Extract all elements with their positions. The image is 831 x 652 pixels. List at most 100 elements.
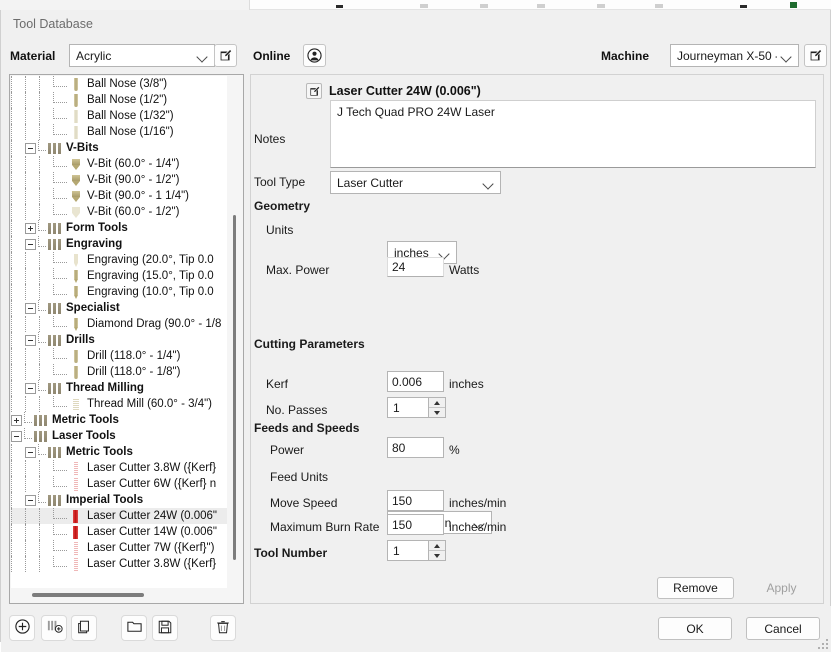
background-tick [480,4,488,8]
group-icon [33,413,49,428]
edit-pencil-icon [219,49,232,62]
bit-icon [68,93,84,108]
notes-textarea[interactable]: J Tech Quad PRO 24W Laser [330,100,816,168]
maximum-burn-rate-input[interactable]: 150 [387,514,444,535]
add-tool-button[interactable] [9,615,35,641]
edit-material-button[interactable] [214,44,237,67]
ok-button[interactable]: OK [658,617,732,640]
tree-item[interactable]: Engraving [11,236,227,252]
tool-number-stepper-buttons[interactable] [428,541,445,560]
edit-machine-button[interactable] [804,44,827,67]
tree-item[interactable]: Specialist [11,300,227,316]
no-passes-stepper-buttons[interactable] [428,398,445,417]
tree-item-label: Drills [66,334,95,346]
copy-button[interactable] [71,615,97,641]
resize-grip-icon[interactable] [817,638,828,649]
tree-horizontal-scrollbar[interactable] [32,593,144,597]
tool-tree[interactable]: Ball Nose (3/8") Ball Nose (1/2") Ball Nos… [11,76,227,590]
background-tick [597,4,605,8]
tree-item[interactable]: Thread Mill (60.0° - 3/4") [11,396,227,412]
machine-dropdown[interactable]: Journeyman X-50 - De [670,44,799,67]
bit-faded-icon [68,125,84,140]
tree-expander-minus-icon[interactable] [25,302,36,314]
tree-item[interactable]: Ball Nose (1/16") [11,124,227,140]
stepper-up-icon[interactable] [429,398,445,407]
tree-item[interactable]: Engraving (10.0°, Tip 0.0 [11,284,227,300]
tree-branch-line [53,540,67,551]
tree-expander-minus-icon[interactable] [25,446,36,458]
material-dropdown[interactable]: Acrylic [69,44,215,67]
tree-item[interactable]: Laser Cutter 6W ({Kerf} n [11,476,227,492]
online-account-button[interactable] [303,44,326,67]
tree-item[interactable]: V-Bit (60.0° - 1/4") [11,156,227,172]
open-folder-button[interactable] [121,615,147,641]
tree-item[interactable]: Laser Cutter 14W (0.006" [11,524,227,540]
tree-expander-plus-icon[interactable] [11,414,22,426]
tree-item[interactable]: Imperial Tools [11,492,227,508]
stepper-up-icon[interactable] [429,541,445,550]
save-button[interactable] [152,615,178,641]
tree-indent-guide [25,348,39,364]
tree-indent-guide [39,124,53,140]
tree-item[interactable]: Ball Nose (3/8") [11,76,227,92]
tree-indent-guide [39,204,53,220]
remove-button[interactable]: Remove [657,577,734,599]
tree-item[interactable]: Laser Cutter 3.8W ({Kerf} [11,460,227,476]
tree-item[interactable]: Form Tools [11,220,227,236]
tree-expander-minus-icon[interactable] [25,494,36,506]
tool-number-stepper[interactable]: 1 [387,540,446,561]
tree-item[interactable]: Ball Nose (1/32") [11,108,227,124]
background-window-left-edge [0,0,250,10]
tree-item[interactable]: Laser Tools [11,428,227,444]
tree-item[interactable]: V-Bits [11,140,227,156]
tree-item-label: Laser Cutter 3.8W ({Kerf} [87,462,217,474]
tree-item[interactable]: Drills [11,332,227,348]
tree-horizontal-scrollbar-track[interactable] [11,588,242,602]
tree-item[interactable]: Drill (118.0° - 1/4") [11,348,227,364]
edit-pencil-icon[interactable] [306,83,322,99]
no-passes-stepper[interactable]: 1 [387,397,446,418]
tree-indent-guide [11,188,25,204]
tree-expander-minus-icon[interactable] [11,430,22,442]
tree-item[interactable]: Diamond Drag (90.0° - 1/8 [11,316,227,332]
tree-expander-minus-icon[interactable] [25,382,36,394]
tree-item[interactable]: Ball Nose (1/2") [11,92,227,108]
tool-database-dialog: Tool Database Material Acrylic Online Ma… [0,10,831,652]
add-tool-group-button[interactable] [41,615,67,641]
stepper-down-icon[interactable] [429,407,445,417]
kerf-input[interactable]: 0.006 [387,371,444,392]
max-power-input[interactable]: 24 [387,257,444,277]
apply-button[interactable]: Apply [743,577,820,599]
tree-indent-guide [11,316,25,332]
tree-item[interactable]: Thread Milling [11,380,227,396]
tree-item[interactable]: Engraving (15.0°, Tip 0.0 [11,268,227,284]
vbit-icon [68,189,84,204]
tree-expander-plus-icon[interactable] [25,222,36,234]
power-input[interactable]: 80 [387,437,444,458]
group-icon [47,493,63,508]
delete-button[interactable] [210,615,236,641]
tree-item[interactable]: Laser Cutter 24W (0.006" [11,508,227,524]
tree-expander-minus-icon[interactable] [25,334,36,346]
tree-item[interactable]: Metric Tools [11,444,227,460]
background-tick [420,4,428,8]
laser-icon [68,509,84,524]
tree-item[interactable]: Engraving (20.0°, Tip 0.0 [11,252,227,268]
tree-expander-minus-icon[interactable] [25,238,36,250]
tree-item[interactable]: Laser Cutter 7W ({Kerf}") [11,540,227,556]
tree-indent-guide [11,236,25,252]
tree-indent-guide [11,172,25,188]
tree-item[interactable]: V-Bit (90.0° - 1 1/4") [11,188,227,204]
cancel-button[interactable]: Cancel [746,617,820,640]
move-speed-input[interactable]: 150 [387,490,444,511]
tree-expander-minus-icon[interactable] [25,142,36,154]
tool-type-dropdown[interactable]: Laser Cutter [330,171,501,194]
tree-item[interactable]: Laser Cutter 3.8W ({Kerf} [11,556,227,572]
tree-item[interactable]: Drill (118.0° - 1/8") [11,364,227,380]
stepper-down-icon[interactable] [429,550,445,560]
tree-item[interactable]: Metric Tools [11,412,227,428]
tree-item[interactable]: V-Bit (60.0° - 1/2") [11,204,227,220]
add-tool-group-icon [46,618,63,638]
tree-vertical-scrollbar[interactable] [233,215,236,560]
tree-item[interactable]: V-Bit (90.0° - 1/2") [11,172,227,188]
